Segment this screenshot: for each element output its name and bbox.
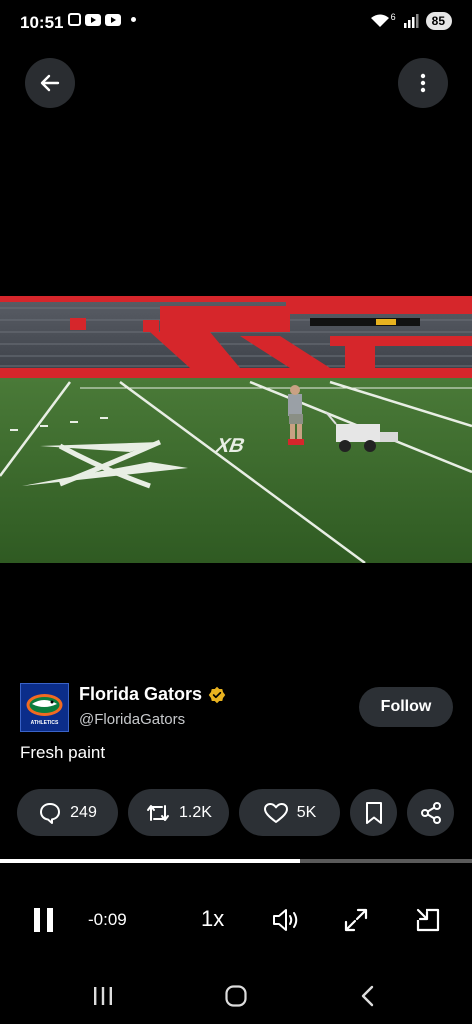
wifi-icon [370,14,389,27]
back-nav-icon[interactable] [358,984,378,1008]
author-name[interactable]: Florida Gators [79,684,202,705]
comment-icon [40,802,61,824]
repost-icon [147,804,170,821]
author-handle[interactable]: @FloridaGators [79,711,185,728]
author-name-row[interactable]: Florida Gators [79,684,226,705]
verified-badge-icon [208,686,226,703]
notification-icons [68,13,136,26]
video-frame: XB [0,296,472,563]
status-bar: 10:51 6 85 [0,0,472,46]
more-options-button[interactable] [398,58,448,108]
youtube-icon [105,13,121,26]
battery-indicator: 85 [425,12,452,30]
bookmark-icon [365,801,382,824]
repost-count: 1.2K [179,803,212,821]
bookmark-button[interactable] [350,789,397,836]
avatar-caption: ATHLETICS [31,720,59,726]
screenshot-icon [68,13,81,26]
volume-icon [273,909,298,931]
time-remaining: -0:09 [88,910,127,929]
picture-in-picture-icon [416,908,440,932]
video-progress-bar[interactable] [0,859,472,863]
reply-count: 249 [70,803,97,821]
clock: 10:51 [20,13,64,32]
home-icon[interactable] [224,984,248,1008]
heart-icon [263,802,288,823]
more-vertical-icon [420,73,426,93]
arrow-left-icon [40,74,60,92]
volume-button[interactable] [266,900,306,940]
reply-button[interactable]: 249 [17,789,118,836]
back-button[interactable] [25,58,75,108]
share-button[interactable] [407,789,454,836]
expand-icon [344,908,368,932]
repost-button[interactable]: 1.2K [128,789,229,836]
youtube-icon [85,13,101,26]
like-button[interactable]: 5K [239,789,340,836]
cell-signal-icon [403,14,419,28]
like-count: 5K [296,803,317,821]
video-player[interactable]: XB [0,296,472,563]
more-notifications-icon [131,17,136,22]
playback-speed-button[interactable]: 1x [201,906,224,932]
pause-icon [34,908,53,932]
gator-logo: ATHLETICS [26,694,63,726]
follow-button[interactable]: Follow [359,687,453,727]
recent-apps-icon[interactable] [92,986,114,1006]
share-icon [420,801,441,824]
video-progress-fill [0,859,300,863]
fullscreen-button[interactable] [336,900,376,940]
wifi-generation: 6 [390,12,396,22]
minimize-player-button[interactable] [408,900,448,940]
system-navigation-bar [0,970,472,1024]
post-text: Fresh paint [20,743,106,762]
pause-button[interactable] [24,900,64,940]
avatar[interactable]: ATHLETICS [20,683,69,732]
